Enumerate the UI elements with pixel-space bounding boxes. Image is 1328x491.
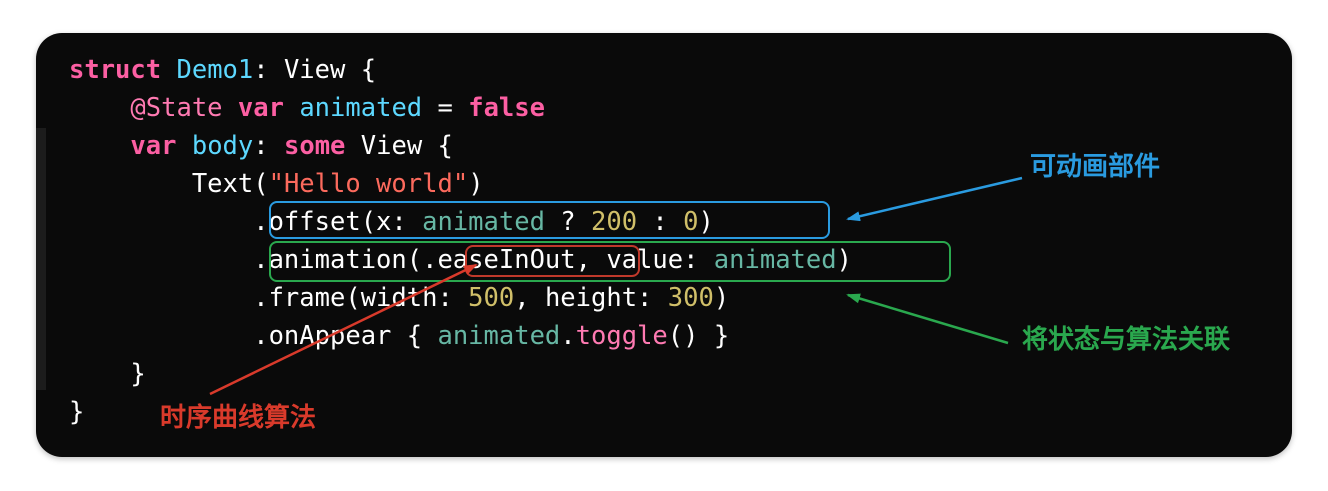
red-arrow <box>209 263 478 396</box>
green-arrow <box>846 293 1009 345</box>
callout-state-binding: 将状态与算法关联 <box>1022 325 1231 355</box>
callout-timing-curve: 时序曲线算法 <box>160 403 317 433</box>
blue-arrow <box>846 176 1023 222</box>
callout-animatable: 可动画部件 <box>1030 152 1161 182</box>
